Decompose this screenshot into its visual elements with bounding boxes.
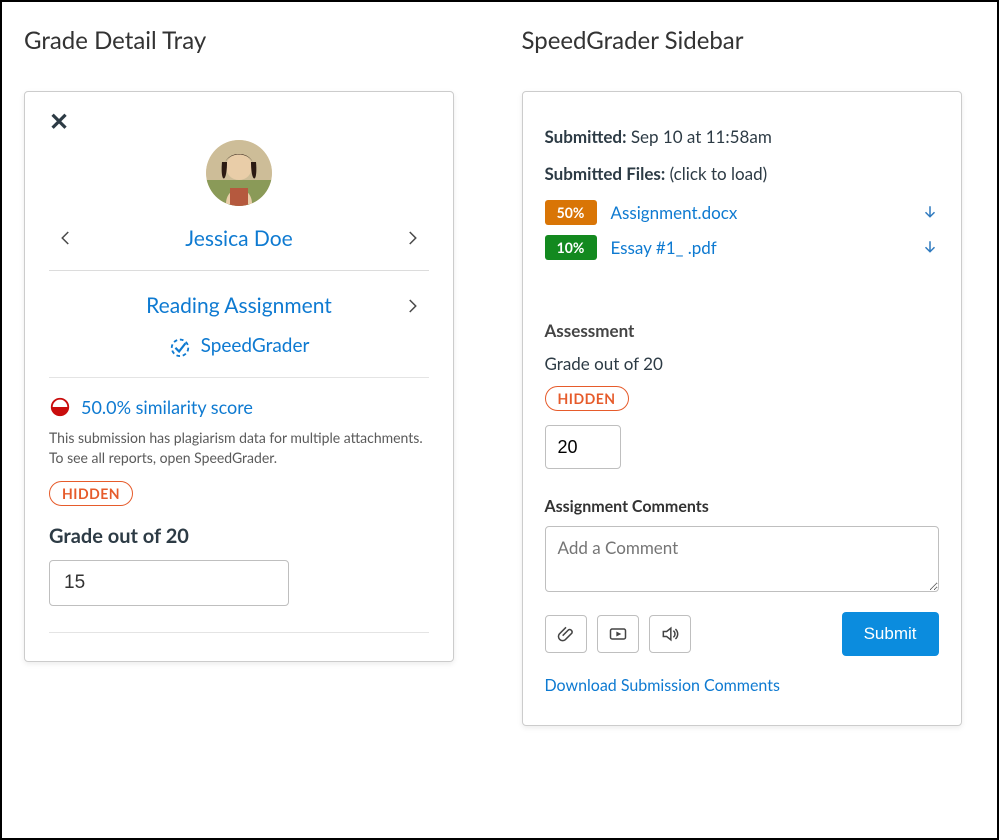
submitted-files-row: Submitted Files: (click to load): [545, 163, 939, 184]
download-icon: [921, 239, 939, 257]
assignment-link[interactable]: Reading Assignment: [146, 293, 332, 318]
download-comments-link[interactable]: Download Submission Comments: [545, 676, 780, 695]
hidden-badge: HIDDEN: [545, 386, 629, 411]
similarity-note: This submission has plagiarism data for …: [49, 428, 429, 467]
video-icon: [608, 624, 628, 644]
submitted-value: Sep 10 at 11:58am: [631, 126, 772, 147]
media-comment-button[interactable]: [597, 615, 639, 653]
submitted-label: Submitted:: [545, 126, 627, 147]
similarity-badge[interactable]: 50%: [545, 200, 597, 225]
student-avatar[interactable]: [206, 140, 272, 206]
grade-detail-title: Grade Detail Tray: [24, 26, 478, 55]
hidden-badge: HIDDEN: [49, 481, 133, 506]
speedgrader-sidebar: Submitted: Sep 10 at 11:58am Submitted F…: [522, 91, 962, 726]
grade-out-of-label: Grade out of 20: [545, 353, 939, 374]
submitted-files-hint: (click to load): [670, 163, 768, 184]
student-name-link[interactable]: Jessica Doe: [185, 226, 292, 251]
two-panel-frame: Grade Detail Tray ✕: [0, 0, 999, 840]
file-row-0: 50% Assignment.docx: [545, 200, 939, 225]
grade-detail-tray: ✕: [24, 91, 454, 662]
attach-file-button[interactable]: [545, 615, 587, 653]
similarity-badge[interactable]: 10%: [545, 235, 597, 260]
file-link[interactable]: Assignment.docx: [611, 202, 738, 223]
comments-heading: Assignment Comments: [545, 497, 939, 516]
speedgrader-title: SpeedGrader Sidebar: [522, 26, 976, 55]
download-icon: [921, 204, 939, 222]
speedgrader-link[interactable]: SpeedGrader: [201, 334, 310, 357]
next-assignment-button[interactable]: [403, 292, 421, 320]
divider: [49, 632, 429, 633]
submitted-files-label: Submitted Files:: [545, 163, 666, 184]
speedgrader-column: SpeedGrader Sidebar Submitted: Sep 10 at…: [500, 2, 998, 838]
download-file-button[interactable]: [921, 239, 939, 257]
similarity-icon: [49, 396, 71, 418]
comment-textarea[interactable]: [545, 526, 939, 592]
speedgrader-icon: [169, 335, 191, 357]
download-file-button[interactable]: [921, 204, 939, 222]
audio-icon: [660, 624, 680, 644]
comment-actions: Submit: [545, 612, 939, 656]
similarity-score-link[interactable]: 50.0% similarity score: [81, 396, 253, 418]
close-icon[interactable]: ✕: [49, 107, 69, 136]
submit-button[interactable]: Submit: [842, 612, 939, 656]
grade-input[interactable]: [49, 560, 289, 606]
submitted-row: Submitted: Sep 10 at 11:58am: [545, 126, 939, 147]
file-link[interactable]: Essay #1_ .pdf: [611, 237, 717, 258]
audio-comment-button[interactable]: [649, 615, 691, 653]
file-row-1: 10% Essay #1_ .pdf: [545, 235, 939, 260]
grade-detail-column: Grade Detail Tray ✕: [2, 2, 500, 838]
assessment-heading: Assessment: [545, 320, 939, 341]
chevron-left-icon: [57, 224, 75, 252]
chevron-right-icon: [403, 292, 421, 320]
next-student-button[interactable]: [403, 224, 421, 252]
paperclip-icon: [556, 624, 576, 644]
score-input[interactable]: [545, 425, 621, 469]
prev-student-button[interactable]: [57, 224, 75, 252]
avatar-image-icon: [206, 140, 272, 206]
chevron-right-icon: [403, 224, 421, 252]
grade-out-of-label: Grade out of 20: [49, 524, 429, 548]
